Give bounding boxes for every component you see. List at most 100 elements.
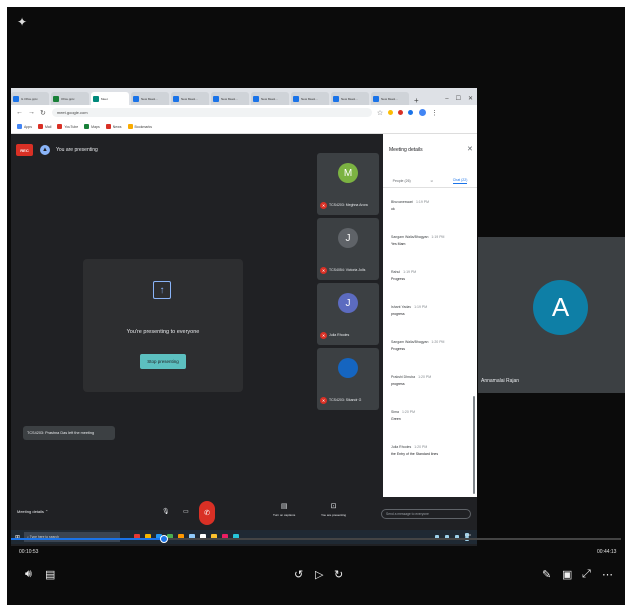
chat-author: Bhuvaneswari bbox=[391, 200, 413, 204]
microphone-icon[interactable]: 🎙︎ bbox=[162, 508, 170, 515]
fullscreen-icon[interactable]: ⤢ bbox=[582, 568, 591, 581]
chat-author: Sima bbox=[391, 410, 399, 414]
chat-message: Julia Rhodes 1:20 PM the Entry of the Stan… bbox=[391, 445, 473, 456]
extension-icon[interactable] bbox=[388, 110, 394, 115]
browser-tab[interactable]: New Meeti... bbox=[251, 92, 289, 105]
mic-off-icon: ✕ bbox=[320, 397, 327, 404]
bookmark-label: Maps bbox=[91, 124, 100, 129]
chat-message: Rahul 1:19 PM Progress bbox=[391, 270, 473, 281]
mic-off-icon: ✕ bbox=[320, 267, 327, 274]
reload-icon[interactable]: ↻ bbox=[40, 109, 46, 117]
participant-name: TCS4203: Meghna Arora bbox=[329, 203, 368, 207]
browser-tab[interactable]: Meet bbox=[91, 92, 129, 105]
bookmark-item[interactable]: Maps bbox=[84, 124, 100, 129]
chat-text: the Entry of the Standard lines bbox=[391, 452, 439, 456]
bookmark-item[interactable]: YouTube bbox=[57, 124, 78, 129]
chat-text: progress bbox=[391, 382, 405, 386]
bookmark-item[interactable]: News bbox=[105, 124, 122, 129]
browser-tab[interactable]: New Meeti... bbox=[371, 92, 409, 105]
stop-presenting-button[interactable]: Stop presenting bbox=[140, 354, 186, 369]
bookmark-label: Mail bbox=[44, 124, 52, 129]
extension-icon[interactable] bbox=[398, 110, 404, 115]
back-icon[interactable]: ✦ bbox=[17, 15, 27, 29]
seek-handle[interactable] bbox=[159, 535, 168, 543]
participant-name: TCS4054: Victoria Jolls bbox=[329, 268, 366, 272]
close-icon[interactable]: ✕ bbox=[468, 95, 473, 102]
participant-tile[interactable]: J ✕ TCS4054: Victoria Jolls bbox=[317, 218, 379, 280]
tab-favicon-icon bbox=[293, 95, 299, 102]
tab-favicon-icon bbox=[373, 95, 379, 102]
bookmark-label: YouTube bbox=[64, 124, 79, 129]
minimize-icon[interactable]: – bbox=[445, 96, 448, 102]
tab-people[interactable]: People (26) bbox=[393, 179, 411, 183]
meeting-details-panel: Meeting details ✕ People (26) ☺ Chat (22… bbox=[383, 134, 477, 497]
chat-author: Sangam Walia/Bhagyan bbox=[391, 340, 429, 344]
end-call-button[interactable]: ✆ bbox=[199, 501, 215, 525]
browser-tab[interactable]: New Meeti... bbox=[171, 92, 209, 105]
chat-message: Sangam Walia/Bhagyan 1:20 PM Progress bbox=[391, 340, 473, 351]
present-now-button[interactable]: ⊡ You are presenting bbox=[321, 502, 346, 517]
meeting-details-button[interactable]: Meeting details ⌃ bbox=[17, 509, 48, 514]
chat-timestamp: 1:20 PM bbox=[418, 375, 432, 379]
panel-title: Meeting details bbox=[389, 147, 423, 153]
participant-tile[interactable]: ✕ TCS4203: Sikandr G bbox=[317, 348, 379, 410]
chat-message: Ishant Yadav 1:19 PM progress bbox=[391, 305, 473, 316]
play-icon[interactable]: ▷ bbox=[315, 568, 323, 581]
presenting-banner: You are presenting bbox=[56, 147, 98, 153]
chat-author: Julia Rhodes bbox=[391, 445, 412, 449]
forward-arrow-icon[interactable]: → bbox=[28, 109, 35, 116]
participant-tile[interactable]: J ✕ Julia Rhodes bbox=[317, 283, 379, 345]
chat-text: Green bbox=[391, 417, 401, 421]
panel-scrollbar[interactable] bbox=[473, 396, 475, 494]
seek-bar[interactable] bbox=[11, 535, 621, 543]
mic-off-icon: ✕ bbox=[320, 202, 327, 209]
chat-timestamp: 1:20 PM bbox=[414, 445, 428, 449]
browser-tab[interactable]: New Meeti... bbox=[331, 92, 369, 105]
chat-author: Prakshi Dhruba bbox=[391, 375, 416, 379]
chat-message-input[interactable]: Send a message to everyone bbox=[381, 509, 471, 519]
participant-preview: A Annamalai Rajan bbox=[478, 237, 625, 393]
participant-tile[interactable]: M ✕ TCS4203: Meghna Arora bbox=[317, 153, 379, 215]
close-panel-icon[interactable]: ✕ bbox=[467, 145, 473, 153]
bookmark-label: News bbox=[112, 124, 122, 129]
bookmark-favicon-icon bbox=[84, 124, 90, 129]
url-input[interactable]: meet.google.com bbox=[51, 108, 372, 117]
back-arrow-icon[interactable]: ← bbox=[16, 109, 23, 116]
bookmark-favicon-icon bbox=[127, 124, 133, 129]
camera-icon[interactable]: ▭ bbox=[183, 508, 189, 515]
participant-avatar: A bbox=[533, 280, 588, 335]
bookmark-star-icon[interactable]: ☆ bbox=[377, 109, 383, 117]
browser-tab[interactable]: G Ofice.pptx bbox=[11, 92, 49, 105]
participant-avatar bbox=[338, 358, 358, 378]
bookmark-item[interactable]: Mail bbox=[37, 124, 52, 129]
profile-avatar[interactable] bbox=[419, 109, 427, 116]
browser-tab[interactable]: Ofice.pptx bbox=[51, 92, 89, 105]
tab-strip: G Ofice.pptx Ofice.pptx Meet New Meeti... Ne… bbox=[11, 88, 477, 105]
subtitles-icon[interactable]: ▤ bbox=[45, 568, 55, 581]
participant-name: TCS4203: Sikandr G bbox=[329, 398, 362, 402]
maximize-icon[interactable]: ☐ bbox=[456, 95, 461, 102]
browser-menu-icon[interactable]: ⋮ bbox=[431, 109, 438, 117]
browser-tab[interactable]: New Meeti... bbox=[291, 92, 329, 105]
miniplayer-icon[interactable]: ▣ bbox=[562, 568, 572, 581]
chat-author: Ishant Yadav bbox=[391, 305, 412, 309]
forward-10-icon[interactable]: ↻ bbox=[334, 568, 343, 581]
chat-message: Sangam Walia/Bhagyan 1:19 PM Yes Mam bbox=[391, 235, 473, 246]
extension-icon[interactable] bbox=[408, 110, 414, 115]
captions-button[interactable]: ▤ Turn on captions bbox=[273, 502, 295, 517]
bookmark-item[interactable]: Bookmarks bbox=[127, 124, 152, 129]
volume-icon[interactable]: 🔊︎ bbox=[25, 568, 32, 581]
chat-timestamp: 1:19 PM bbox=[431, 235, 445, 239]
new-tab-icon[interactable]: + bbox=[411, 96, 422, 105]
tab-chat[interactable]: Chat (22) bbox=[452, 178, 468, 184]
tab-label: New Meeti... bbox=[261, 96, 278, 101]
more-options-icon[interactable]: ⋯ bbox=[602, 568, 613, 581]
pen-icon[interactable]: ✎ bbox=[542, 568, 551, 581]
rewind-10-icon[interactable]: ↺ bbox=[294, 568, 303, 581]
participant-avatar: J bbox=[338, 293, 358, 313]
recording-badge: REC bbox=[16, 144, 33, 156]
chat-timestamp: 1:20 PM bbox=[401, 410, 416, 414]
browser-tab[interactable]: New Meeti... bbox=[131, 92, 169, 105]
browser-tab[interactable]: New Meeti... bbox=[211, 92, 249, 105]
bookmark-item[interactable]: Apps bbox=[17, 124, 32, 129]
